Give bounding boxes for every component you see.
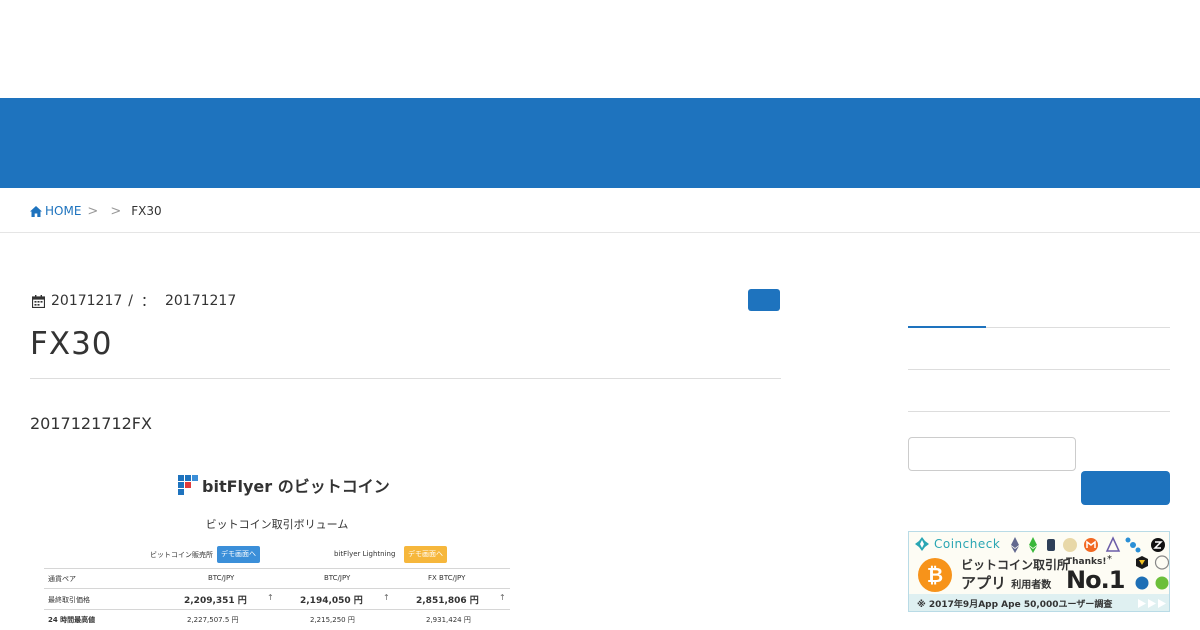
image-cell: 2,851,806 円 xyxy=(416,596,479,606)
breadcrumb-home-link[interactable]: HOME xyxy=(30,204,81,218)
bitcoin-icon: ₿ xyxy=(918,558,952,592)
image-rule xyxy=(44,609,510,610)
ad-brand-text: Coincheck xyxy=(934,537,1001,551)
updated-date: 20171217 xyxy=(164,293,237,309)
image-arrow: ↑ xyxy=(267,593,274,602)
ad-subheadline: アプリ 利用者数 xyxy=(961,572,1051,593)
breadcrumb-home-label: HOME xyxy=(45,204,82,218)
image-brand-text: bitFlyer のビットコイン xyxy=(202,477,390,496)
breadcrumb-current: FX30 xyxy=(131,204,162,218)
sidebar-divider xyxy=(908,411,1170,412)
meta-slash: / xyxy=(128,293,133,309)
ad-brand: Coincheck xyxy=(915,537,1000,551)
published-date: 20171217 xyxy=(51,293,123,309)
breadcrumb-separator: > xyxy=(87,203,99,219)
image-rule xyxy=(44,588,510,589)
image-col-pair: 通貨ペア xyxy=(48,575,76,583)
image-demo-button: デモ画面へ xyxy=(217,546,260,563)
coincheck-logo-icon xyxy=(915,537,929,551)
sidebar-divider xyxy=(908,369,1170,370)
meta-colon: ： xyxy=(140,294,155,310)
image-cell: 2,194,050 円 xyxy=(300,596,363,606)
image-demo-button: デモ画面へ xyxy=(404,546,447,563)
breadcrumb: HOME > > FX30 xyxy=(30,202,162,220)
calendar-icon xyxy=(32,294,45,308)
image-col-header: BTC/JPY xyxy=(208,574,235,582)
image-cell: 2,215,250 円 xyxy=(310,616,355,624)
image-cell: 2,931,424 円 xyxy=(426,616,471,624)
image-rule xyxy=(44,568,510,569)
header-banner xyxy=(0,98,1200,188)
ad-footnote-mark: * xyxy=(1107,554,1112,565)
coin-icons xyxy=(1135,555,1169,590)
image-col-header: BTC/JPY xyxy=(324,574,351,582)
image-cell: 2,227,507.5 円 xyxy=(187,616,239,624)
image-col-header: FX BTC/JPY xyxy=(428,574,466,582)
breadcrumb-separator: > xyxy=(110,203,122,219)
image-label-lightning: bitFlyer Lightning xyxy=(334,550,396,558)
category-button[interactable] xyxy=(748,289,780,311)
coin-icons xyxy=(1011,536,1165,553)
header-area xyxy=(0,0,1200,98)
image-arrow: ↑ xyxy=(499,593,506,602)
image-row-label: 最終取引価格 xyxy=(48,596,90,604)
bitflyer-logo-icon xyxy=(178,475,198,495)
title-divider xyxy=(30,378,781,379)
coincheck-ad-banner[interactable]: Coincheck ₿ ビットコイン取引所 アプリ 利用者数 Thanks! N… xyxy=(908,531,1170,612)
search-button[interactable] xyxy=(1081,471,1170,505)
ad-no1: No.1 xyxy=(1066,566,1125,594)
image-subtitle: ビットコイン取引ボリューム xyxy=(205,518,349,531)
ad-headline: ビットコイン取引所 xyxy=(961,558,1070,572)
image-label-shop: ビットコイン販売所 xyxy=(150,551,213,559)
arrow-right-icon xyxy=(1138,599,1166,608)
article-image: bitFlyer のビットコイン ビットコイン取引ボリューム ビットコイン販売所… xyxy=(44,470,510,630)
breadcrumb-divider xyxy=(0,232,1200,233)
image-arrow: ↑ xyxy=(383,593,390,602)
ad-app-text: アプリ xyxy=(961,574,1007,592)
svg-text:₿: ₿ xyxy=(927,563,943,587)
page-title: FX30 xyxy=(30,326,113,362)
image-row-label: 24 時間最高値 xyxy=(48,616,96,624)
post-lead-text: 2017121712FX xyxy=(30,414,152,433)
sidebar-heading-accent xyxy=(908,326,986,328)
image-cell: 2,209,351 円 xyxy=(184,596,247,606)
ad-users-text: 利用者数 xyxy=(1011,580,1052,591)
search-input[interactable] xyxy=(908,437,1076,471)
ad-note: ※ 2017年9月App Ape 50,000ユーザー調査 xyxy=(917,600,1113,610)
image-brand: bitFlyer のビットコイン xyxy=(178,473,390,497)
post-meta: 20171217 / ： 20171217 xyxy=(32,291,236,311)
home-icon xyxy=(30,205,42,217)
